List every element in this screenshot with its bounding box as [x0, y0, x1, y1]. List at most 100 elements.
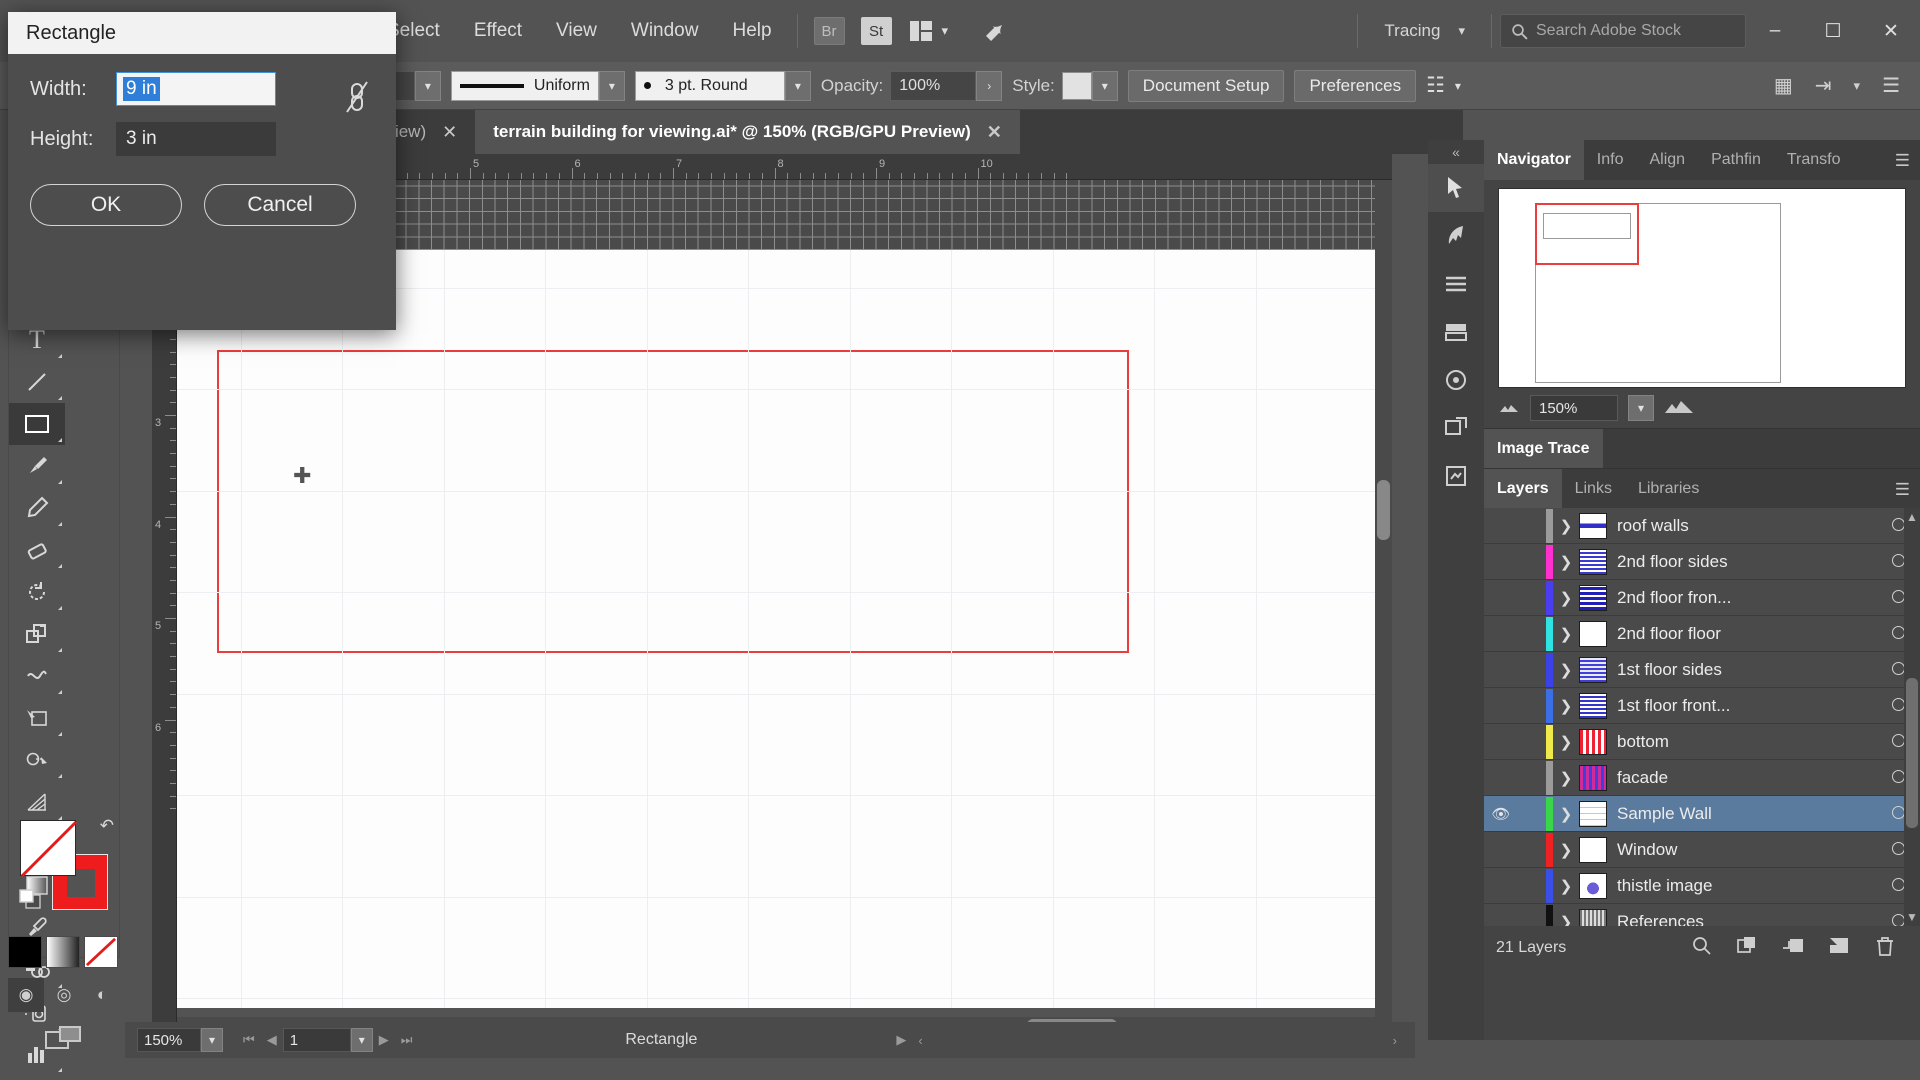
expand-layer-icon[interactable]: ❯	[1553, 553, 1579, 571]
width-tool[interactable]	[9, 655, 65, 697]
previous-artboard-icon[interactable]: ◀	[261, 1032, 283, 1048]
expand-layer-icon[interactable]: ❯	[1553, 769, 1579, 787]
bridge-icon[interactable]: Br	[813, 17, 845, 45]
cancel-button[interactable]: Cancel	[204, 184, 356, 226]
scrollbar-thumb[interactable]	[1906, 678, 1918, 828]
brush-definition-dropdown[interactable]: ▾	[784, 70, 811, 101]
create-new-sublayer-icon[interactable]	[1770, 936, 1816, 960]
style-dropdown[interactable]: ▾	[1091, 70, 1118, 101]
align-icon[interactable]: ☷	[1426, 73, 1445, 98]
layer-name[interactable]: 2nd floor sides	[1617, 552, 1876, 572]
tab-transform[interactable]: Transfo	[1774, 140, 1854, 180]
layer-name[interactable]: bottom	[1617, 732, 1876, 752]
expand-layer-icon[interactable]: ❯	[1553, 589, 1579, 607]
expand-layer-icon[interactable]: ❯	[1553, 877, 1579, 895]
expand-layer-icon[interactable]: ❯	[1553, 841, 1579, 859]
artboards-rail-icon[interactable]	[1428, 404, 1484, 452]
delete-selection-icon[interactable]	[1862, 936, 1908, 961]
opacity-value[interactable]: 100%	[890, 70, 977, 101]
artboard-tool[interactable]	[9, 1075, 65, 1080]
scroll-down-icon[interactable]: ▼	[1904, 910, 1920, 924]
preferences-button[interactable]: Preferences	[1294, 69, 1417, 102]
layer-row[interactable]: ❯ 2nd floor floor	[1484, 616, 1920, 652]
height-input[interactable]: 3 in	[116, 122, 276, 156]
stroke-weight-dropdown[interactable]: ▾	[414, 70, 441, 101]
layer-row[interactable]: ❯ thistle image	[1484, 868, 1920, 904]
pencil-tool[interactable]	[9, 487, 65, 529]
chevron-down-icon[interactable]: ▾	[1854, 78, 1861, 94]
menu-item-view[interactable]: View	[539, 0, 614, 62]
chevron-down-icon[interactable]: ▾	[1445, 71, 1471, 101]
expand-layer-icon[interactable]: ❯	[1553, 661, 1579, 679]
rectangle-dialog[interactable]: Rectangle Width: 9 in Height: 3 in OK Ca…	[8, 12, 396, 330]
search-adobe-stock-input[interactable]: Search Adobe Stock	[1500, 14, 1746, 48]
default-fill-stroke-icon[interactable]	[18, 888, 44, 912]
scale-tool[interactable]	[9, 613, 65, 655]
grid-icon[interactable]: ▦	[1774, 73, 1793, 98]
layer-name[interactable]: facade	[1617, 768, 1876, 788]
zoom-in-icon[interactable]	[1664, 397, 1694, 419]
maximize-button[interactable]: ☐	[1804, 0, 1862, 62]
layer-row[interactable]: ❯ Window	[1484, 832, 1920, 868]
rotate-tool[interactable]	[9, 571, 65, 613]
layer-name[interactable]: 1st floor sides	[1617, 660, 1876, 680]
layer-row[interactable]: ❯ 2nd floor fron...	[1484, 580, 1920, 616]
tab-layers[interactable]: Layers	[1484, 468, 1562, 509]
constrain-proportions-icon[interactable]	[344, 80, 370, 121]
draw-behind-icon[interactable]: ◎	[46, 978, 82, 1012]
stroke-profile-control[interactable]: Uniform ▾	[450, 70, 625, 101]
transform-icon[interactable]: ⇥	[1815, 73, 1832, 98]
document-tab-active[interactable]: terrain building for viewing.ai* @ 150% …	[475, 110, 1020, 154]
opacity-expand-button[interactable]: ›	[976, 70, 1003, 101]
layer-row[interactable]: ❯ bottom	[1484, 724, 1920, 760]
status-scroll-right-icon[interactable]: ›	[1387, 1033, 1403, 1048]
change-screen-mode-icon[interactable]	[8, 1016, 120, 1060]
free-transform-tool[interactable]	[9, 697, 65, 739]
status-expand-icon[interactable]: ▶	[890, 1032, 912, 1048]
expand-layer-icon[interactable]: ❯	[1553, 625, 1579, 643]
align-control[interactable]: ☷ ▾	[1426, 71, 1471, 101]
zoom-out-icon[interactable]	[1498, 398, 1520, 418]
locate-object-icon[interactable]	[1678, 936, 1724, 960]
tab-pathfinder[interactable]: Pathfin	[1698, 140, 1774, 180]
tab-image-trace[interactable]: Image Trace	[1484, 428, 1603, 469]
rectangle-tool[interactable]	[9, 403, 65, 445]
layer-row[interactable]: ❯ 1st floor sides	[1484, 652, 1920, 688]
opacity-control[interactable]: Opacity: 100% ›	[821, 70, 1003, 101]
layers-rail-icon[interactable]	[1428, 308, 1484, 356]
brush-definition-control[interactable]: 3 pt. Round ▾	[634, 70, 811, 101]
layer-row[interactable]: ❯ 1st floor front...	[1484, 688, 1920, 724]
layer-row[interactable]: ❯ roof walls	[1484, 508, 1920, 544]
make-clipping-mask-icon[interactable]	[1724, 936, 1770, 960]
document-setup-button[interactable]: Document Setup	[1127, 69, 1285, 102]
none-mode-button[interactable]	[84, 936, 118, 968]
stock-icon[interactable]: St	[860, 17, 892, 45]
tab-libraries[interactable]: Libraries	[1625, 469, 1712, 509]
canvas-vertical-scrollbar[interactable]	[1375, 180, 1392, 1034]
layer-row[interactable]: 👁 ❯ Sample Wall	[1484, 796, 1920, 832]
next-artboard-icon[interactable]: ▶	[373, 1032, 395, 1048]
last-artboard-icon[interactable]: ⏭	[395, 1032, 419, 1048]
create-new-layer-icon[interactable]	[1816, 936, 1862, 960]
navigator-view-box[interactable]	[1535, 203, 1639, 265]
expand-layer-icon[interactable]: ❯	[1553, 913, 1579, 927]
ok-button[interactable]: OK	[30, 184, 182, 226]
artboard-number-value[interactable]: 1	[282, 1028, 351, 1052]
navigator-preview[interactable]	[1498, 188, 1906, 388]
artboard-dropdown[interactable]: ▾	[350, 1028, 373, 1052]
draw-normal-icon[interactable]: ◉	[8, 978, 44, 1012]
arrange-documents-icon[interactable]	[909, 21, 932, 41]
close-icon[interactable]: ✕	[442, 122, 457, 143]
line-segment-tool[interactable]	[9, 361, 65, 403]
status-scroll-left-icon[interactable]: ‹	[912, 1033, 928, 1048]
appearance-rail-icon[interactable]	[1428, 356, 1484, 404]
first-artboard-icon[interactable]: ⏮	[237, 1032, 261, 1048]
menu-item-help[interactable]: Help	[715, 0, 788, 62]
status-zoom-dropdown[interactable]: ▾	[201, 1028, 223, 1052]
menu-item-window[interactable]: Window	[614, 0, 716, 62]
layer-row[interactable]: ❯ 2nd floor sides	[1484, 544, 1920, 580]
style-control[interactable]: Style: ▾	[1012, 70, 1118, 101]
fill-color-swatch[interactable]	[20, 820, 78, 878]
symbols-rail-icon[interactable]	[1428, 452, 1484, 500]
navigator-zoom-value[interactable]: 150%	[1530, 395, 1618, 421]
